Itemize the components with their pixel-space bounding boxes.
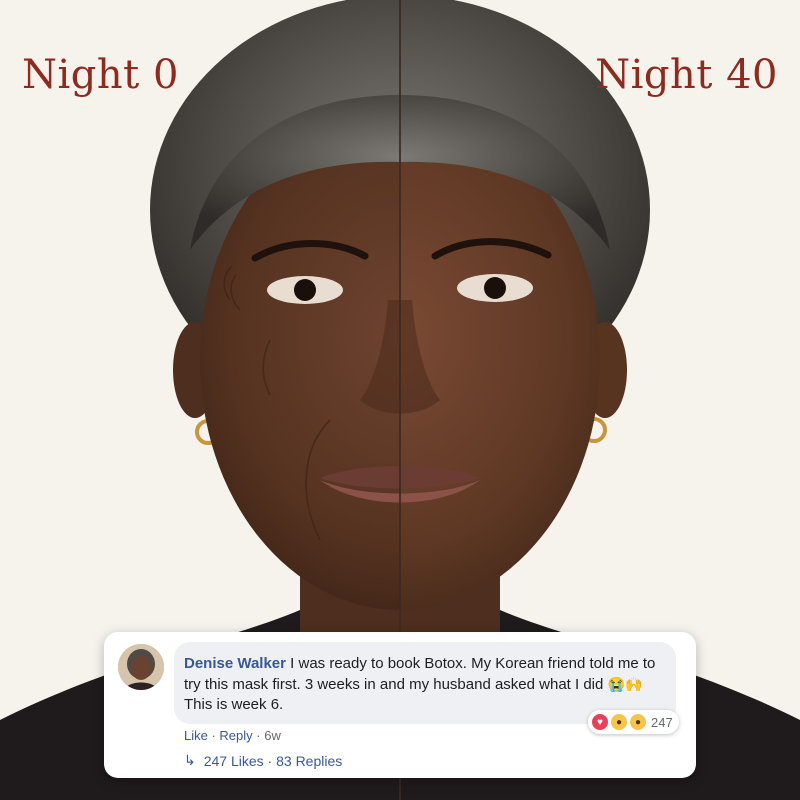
comment-emojis: 😭🙌 (607, 676, 643, 692)
reactions-summary[interactable]: ♥ ● ● 247 (588, 710, 679, 734)
sad-reaction-icon: ● (630, 714, 646, 730)
after-label: Night 40 (595, 52, 778, 98)
social-comment-card: Denise Walker I was ready to book Botox.… (104, 632, 696, 778)
wow-reaction-icon: ● (611, 714, 627, 730)
ad-image: Night 0 Night 40 Denise Walker I was rea… (0, 0, 800, 800)
like-link[interactable]: Like (184, 728, 208, 743)
action-separator: · (207, 728, 220, 743)
likes-replies-summary: 247 Likes · 83 Replies (203, 752, 343, 769)
before-label: Night 0 (22, 52, 179, 98)
comment-author[interactable]: Denise Walker (184, 655, 286, 672)
comment-body: Denise Walker I was ready to book Botox.… (184, 654, 664, 715)
comment-actions: Like · Reply · 6w (184, 728, 281, 743)
reaction-count: 247 (651, 714, 673, 730)
action-separator-2: · (252, 728, 265, 743)
reply-link[interactable]: Reply (219, 728, 252, 743)
love-reaction-icon: ♥ (592, 714, 608, 730)
replies-link[interactable]: ↳ 247 Likes · 83 Replies (184, 752, 342, 769)
comment-text-after: This is week 6. (184, 696, 284, 713)
comment-age: 6w (264, 728, 281, 743)
avatar-image (118, 644, 164, 690)
avatar[interactable] (118, 644, 164, 690)
reply-arrow-icon: ↳ (184, 752, 196, 768)
